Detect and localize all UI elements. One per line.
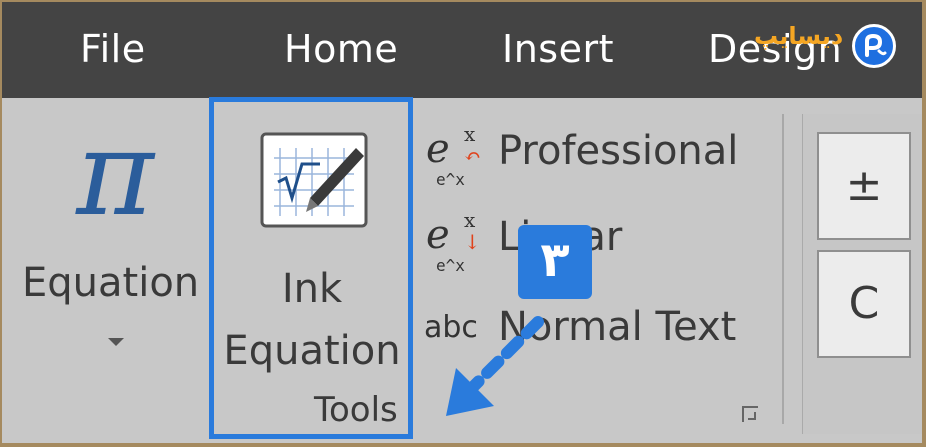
- dialog-launcher-icon[interactable]: [742, 406, 758, 422]
- ink-equation-label: Ink Equation: [214, 258, 410, 382]
- watermark-logo: دیسایپ: [754, 16, 909, 76]
- plus-minus-symbol-button[interactable]: ±: [817, 132, 911, 240]
- linear-format-icon: e x ↓ e^x: [426, 208, 481, 275]
- c-symbol-button[interactable]: C: [817, 250, 911, 358]
- group-divider: [782, 114, 784, 424]
- professional-button[interactable]: e x ↶ e^x Professional: [422, 120, 762, 190]
- professional-label: Professional: [498, 128, 739, 174]
- symbols-gallery: ± C: [802, 114, 922, 434]
- step-number-badge: ٣: [518, 225, 592, 299]
- logo-text: دیسایپ: [754, 22, 844, 50]
- tab-home[interactable]: Home: [284, 26, 398, 72]
- tools-group-label: Tools: [314, 390, 398, 430]
- ink-equation-icon: [260, 132, 368, 228]
- logo-icon: [852, 24, 896, 68]
- ink-label-line2: Equation: [223, 328, 401, 374]
- tab-file[interactable]: File: [80, 26, 146, 72]
- pi-icon: π: [76, 104, 154, 242]
- ribbon-tab-bar: File Home Insert Design دیسایپ: [2, 2, 922, 98]
- ribbon-window: File Home Insert Design دیسایپ π Equatio…: [2, 2, 922, 443]
- chevron-down-icon[interactable]: [108, 338, 124, 346]
- screenshot-frame: File Home Insert Design دیسایپ π Equatio…: [0, 0, 926, 447]
- linear-button[interactable]: ex↓e^x Linear: [422, 206, 762, 276]
- annotation-arrow-icon: [446, 316, 544, 416]
- ink-label-line1: Ink: [281, 266, 343, 312]
- equation-label: Equation: [22, 260, 200, 306]
- tab-insert[interactable]: Insert: [502, 26, 614, 72]
- professional-format-icon: e x ↶ e^x: [426, 122, 481, 189]
